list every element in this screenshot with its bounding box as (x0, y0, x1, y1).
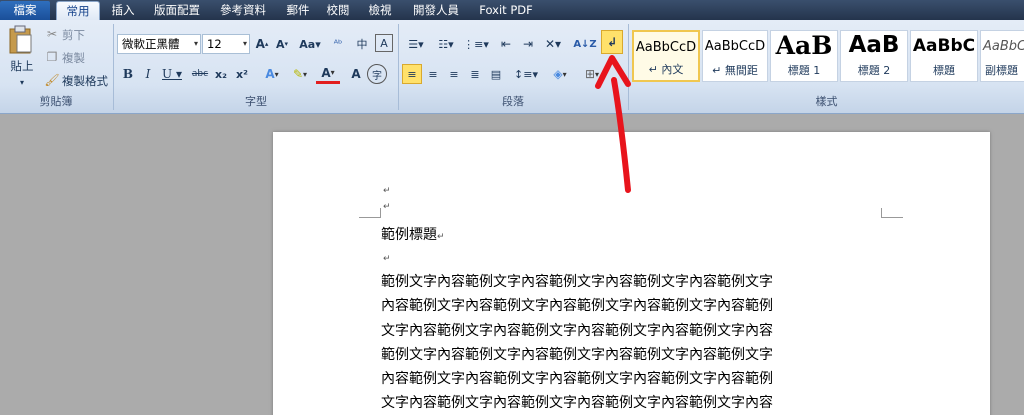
annotation-arrow-icon (595, 55, 631, 193)
